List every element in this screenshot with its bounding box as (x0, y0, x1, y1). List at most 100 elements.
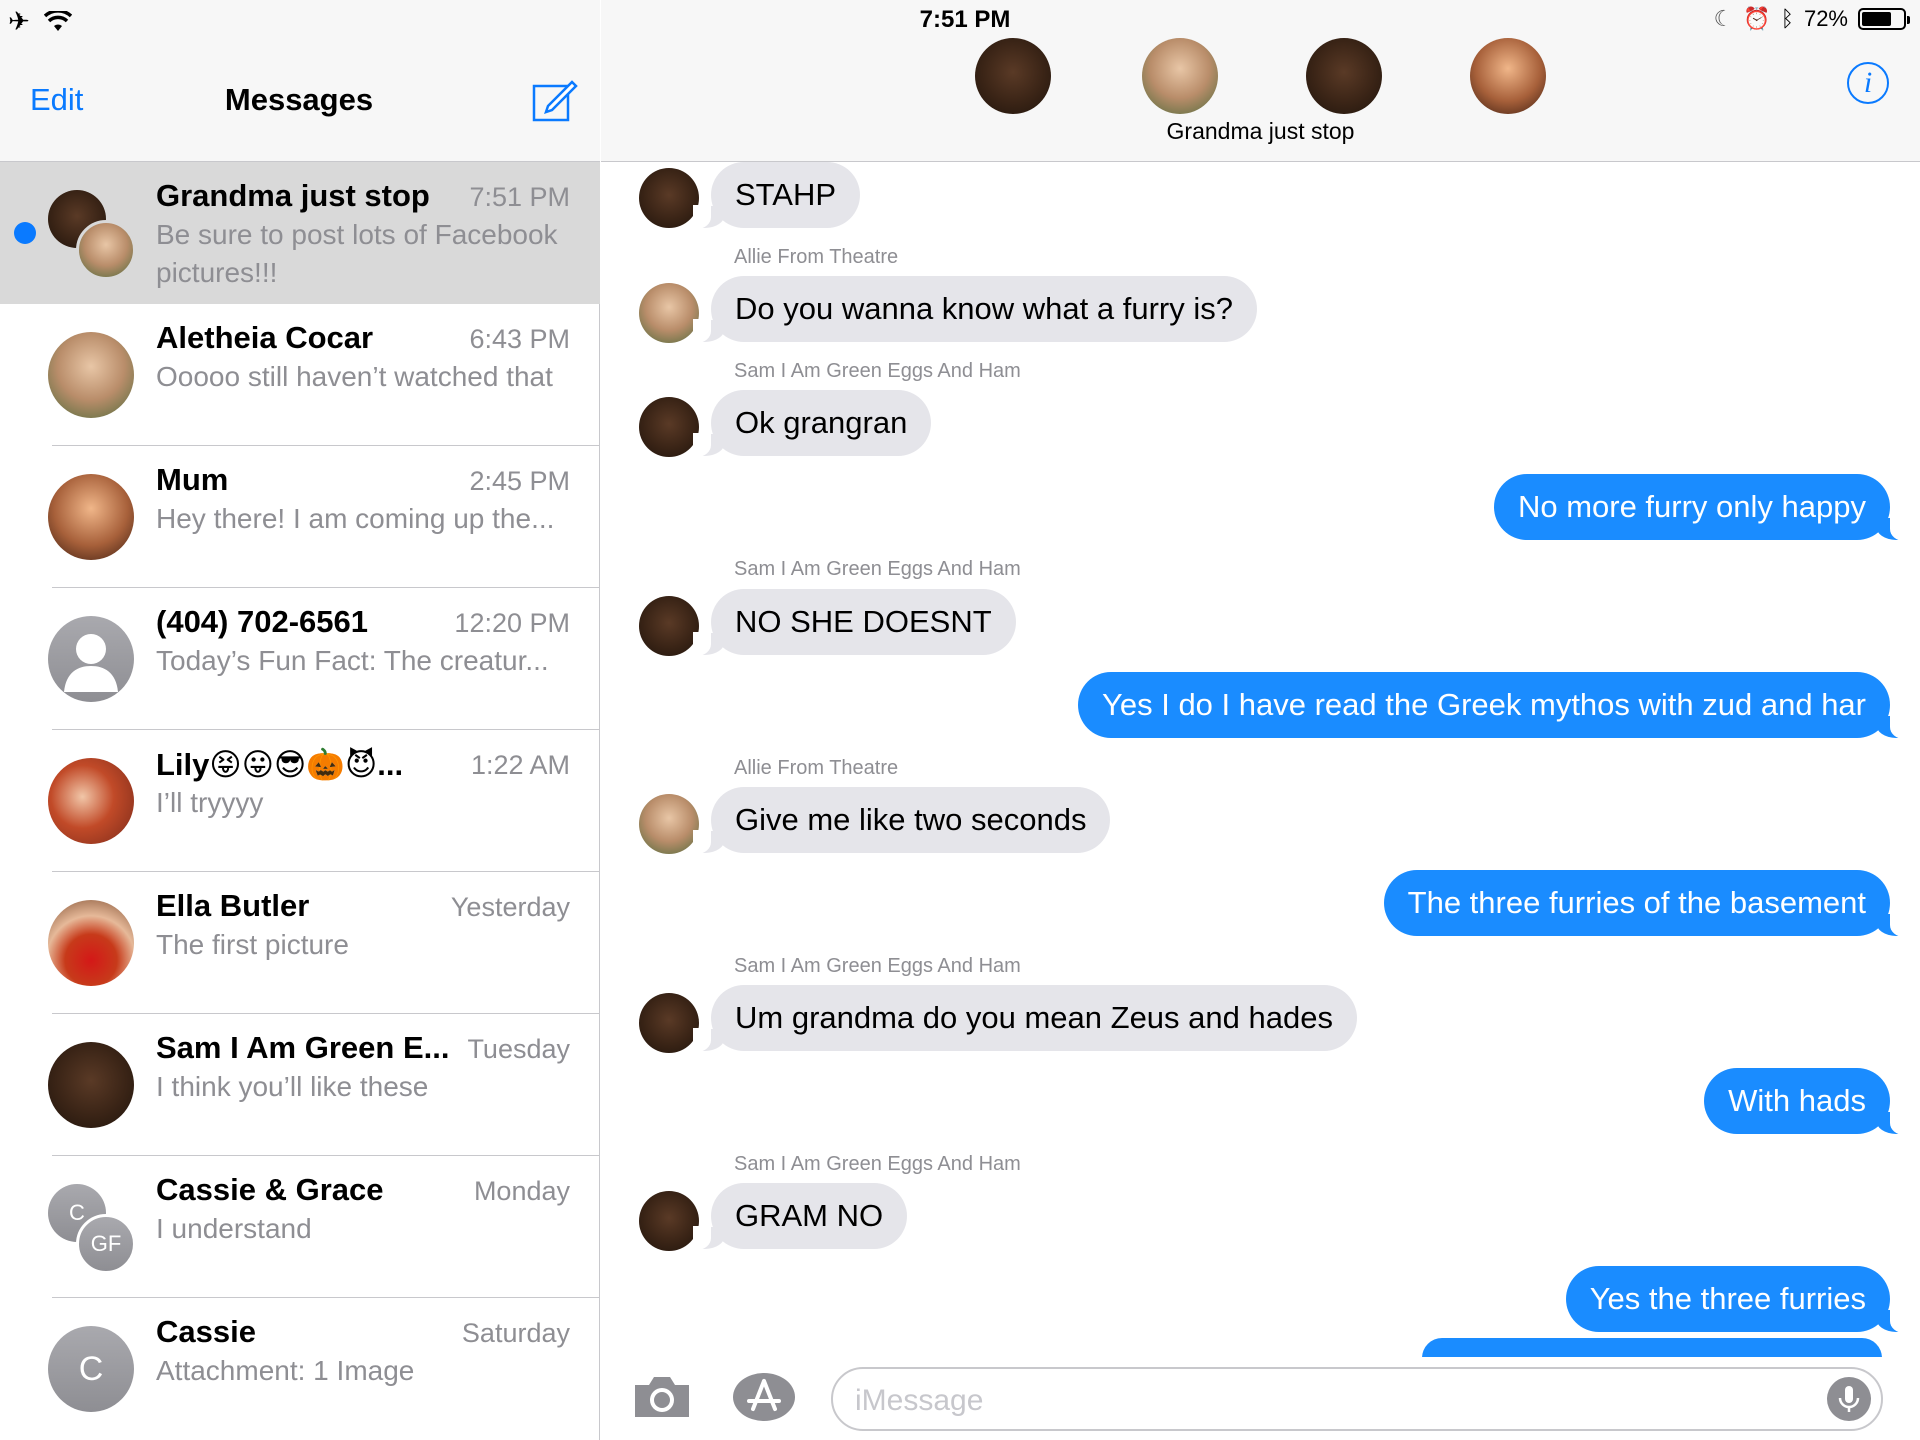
sender-avatar (639, 397, 699, 457)
conversation-row[interactable]: Lily😝😛😎🎃😈... 1:22 AM I’ll tryyyy (0, 730, 600, 872)
conversation-time: Yesterday (450, 892, 570, 922)
person-icon (64, 634, 118, 692)
conversation-name: Ella Butler (156, 888, 310, 923)
sender-name: Sam I Am Green Eggs And Ham (734, 955, 1021, 977)
conversation-row[interactable]: Mum 2:45 PM Hey there! I am coming up th… (0, 446, 600, 588)
avatar (48, 758, 134, 844)
sender-name: Allie From Theatre (734, 757, 899, 779)
conversation-time: 7:51 PM (469, 182, 570, 212)
conversation-row[interactable]: (404) 702-6561 12:20 PM Today’s Fun Fact… (0, 588, 600, 730)
participant-avatar[interactable] (975, 38, 1051, 114)
unread-indicator (14, 222, 36, 244)
conversation-row[interactable]: C Cassie Saturday Attachment: 1 Image (0, 1298, 600, 1440)
avatar (48, 1042, 134, 1128)
participant-avatar[interactable] (1470, 38, 1546, 114)
conversation-name: Cassie (156, 1314, 256, 1349)
microphone-icon[interactable] (1827, 1377, 1871, 1421)
status-right: ☾ ⏰ ᛒ 72% (1713, 6, 1910, 32)
avatar (48, 474, 134, 560)
conversation-row[interactable]: Ella Butler Yesterday The first picture (0, 872, 600, 1014)
avatar-initials: GF (76, 1214, 136, 1274)
camera-icon[interactable] (631, 1373, 693, 1421)
sender-avatar (639, 596, 699, 656)
message-bubble-incoming[interactable]: Um grandma do you mean Zeus and hades (693, 985, 1357, 1052)
conversation-time: Tuesday (467, 1034, 570, 1064)
conversation-name: Aletheia Cocar (156, 320, 374, 355)
imessage-input[interactable]: iMessage (831, 1367, 1883, 1431)
participant-avatar[interactable] (1306, 38, 1382, 114)
conversation-list: Grandma just stop 7:51 PM Be sure to pos… (0, 162, 600, 1440)
message-bubble-outgoing[interactable]: Yes I do I have read the Greek mythos wi… (1078, 672, 1908, 739)
conversation-name: Cassie & Grace (156, 1172, 384, 1207)
battery-level (1862, 12, 1891, 26)
status-bar: ✈ 7:51 PM ☾ ⏰ ᛒ 72% (0, 0, 1920, 40)
conversation-time: Saturday (461, 1318, 570, 1348)
conversation-row[interactable]: Grandma just stop 7:51 PM Be sure to pos… (0, 162, 600, 304)
sender-name: Sam I Am Green Eggs And Ham (734, 558, 1021, 580)
sender-avatar (639, 168, 699, 228)
group-name: Grandma just stop (1166, 118, 1355, 144)
sender-avatar (639, 283, 699, 343)
conversation-name: Lily😝😛😎🎃😈... (156, 747, 404, 782)
conversation-time: 1:22 AM (470, 750, 570, 780)
imessage-placeholder: iMessage (855, 1384, 984, 1417)
status-time: 7:51 PM (919, 6, 1011, 33)
avatar (48, 190, 140, 282)
battery-percent: 72% (1803, 6, 1848, 31)
message-bubble-incoming[interactable]: Do you wanna know what a furry is? (693, 276, 1257, 343)
avatar (48, 616, 134, 702)
avatar (48, 900, 134, 986)
sender-name: Sam I Am Green Eggs And Ham (734, 1153, 1021, 1175)
app-store-icon[interactable] (731, 1371, 797, 1423)
message-bubble-incoming[interactable]: STAHP (692, 162, 861, 229)
sender-name: Allie From Theatre (734, 246, 899, 268)
message-bubble-outgoing[interactable]: No more furry only happy (1493, 474, 1909, 541)
conversation-preview: I’ll tryyyy (156, 787, 264, 818)
message-bubble-incoming[interactable]: Give me like two seconds (692, 787, 1111, 854)
message-bubble-outgoing[interactable]: With hads (1704, 1068, 1908, 1135)
message-thread: STAHP Allie From Theatre Do you wanna kn… (601, 162, 1920, 1357)
conversation-row[interactable]: Sam I Am Green E... Tuesday I think you’… (0, 1014, 600, 1156)
conversation-preview: Be sure to post lots of Facebook picture… (156, 219, 558, 288)
message-bubble-incoming[interactable]: GRAM NO (692, 1183, 908, 1250)
sidebar-title: Messages (0, 82, 600, 118)
conversation-time: Monday (473, 1176, 570, 1206)
avatar-photo (76, 220, 136, 280)
message-bubble-incoming[interactable]: NO SHE DOESNT (693, 589, 1016, 656)
conversation-time: 2:45 PM (469, 466, 570, 496)
battery-icon (1858, 8, 1910, 30)
conversation-preview: The first picture (156, 929, 349, 960)
compose-icon[interactable] (532, 78, 578, 122)
sidebar-title-text: Messages (224, 82, 374, 117)
message-bubble-outgoing-partial (1422, 1338, 1882, 1357)
sender-avatar (639, 993, 699, 1053)
message-bubble-incoming[interactable]: Ok grangran (692, 390, 932, 457)
conversation-preview: Today’s Fun Fact: The creatur... (156, 645, 549, 676)
sender-name: Sam I Am Green Eggs And Ham (734, 360, 1021, 382)
conversation-preview: Hey there! I am coming up the... (156, 503, 555, 534)
participant-avatar[interactable] (1142, 38, 1218, 114)
conversation-name: Sam I Am Green E... (156, 1030, 450, 1065)
message-bubble-outgoing[interactable]: The three furries of the basement (1383, 870, 1909, 937)
avatar (48, 332, 134, 418)
conversation-row[interactable]: C GF Cassie & Grace Monday I understand (0, 1156, 600, 1298)
chat-panel: Grandma just stop i STAHP Allie From The… (601, 0, 1920, 1440)
conversation-row[interactable]: Aletheia Cocar 6:43 PM Ooooo still haven… (0, 304, 600, 446)
microphone-glyph (1838, 1386, 1860, 1412)
bluetooth-icon: ᛒ (1780, 6, 1794, 31)
conversation-preview: I think you’ll like these (156, 1071, 429, 1102)
conversation-time: 6:43 PM (469, 324, 570, 354)
sender-avatar (639, 794, 699, 854)
conversation-name: Mum (156, 462, 229, 497)
conversation-name: Grandma just stop (156, 178, 430, 213)
conversation-time: 12:20 PM (454, 608, 570, 638)
avatar-initials: C (48, 1326, 134, 1412)
message-bubble-outgoing[interactable]: Yes the three furries (1565, 1266, 1909, 1333)
input-bar: iMessage (601, 1357, 1920, 1440)
avatar: C GF (48, 1184, 140, 1276)
alarm-icon: ⏰ (1743, 6, 1771, 31)
sender-avatar (639, 1191, 699, 1251)
conversation-preview: I understand (156, 1213, 312, 1244)
moon-icon: ☾ (1713, 6, 1734, 31)
info-icon[interactable]: i (1847, 62, 1889, 104)
